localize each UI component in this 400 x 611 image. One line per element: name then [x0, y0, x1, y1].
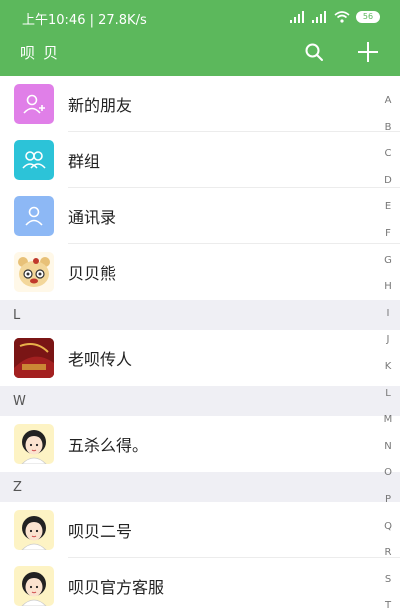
- contacts-icon: [14, 196, 54, 236]
- index-letter-d[interactable]: D: [384, 168, 392, 195]
- section-header-w: W: [0, 386, 400, 416]
- contact-list: 新的朋友 群组 通讯录 贝贝熊 L 老呗传人 W 五杀么得。 Z 呗贝二号 呗贝…: [0, 76, 400, 611]
- signal-icon: [290, 11, 304, 23]
- status-time-speed: 上午10:46 | 27.8K/s: [22, 13, 147, 28]
- row-contact-official-service[interactable]: 呗贝官方客服: [0, 558, 400, 611]
- index-letter-a[interactable]: A: [385, 88, 392, 115]
- section-header-z: Z: [0, 472, 400, 502]
- row-contact-beibei-2[interactable]: 呗贝二号: [0, 502, 400, 558]
- row-label: 新的朋友: [68, 96, 133, 115]
- avatar: [14, 566, 54, 606]
- index-letter-j[interactable]: J: [387, 327, 390, 354]
- row-groups[interactable]: 群组: [0, 132, 400, 188]
- group-icon: [14, 140, 54, 180]
- index-letter-m[interactable]: M: [384, 407, 393, 434]
- alphabet-index-bar[interactable]: ABCDEFGHIJKLMNOPQRST: [380, 88, 396, 611]
- row-label: 贝贝熊: [68, 264, 117, 283]
- index-letter-q[interactable]: Q: [384, 514, 392, 541]
- row-label: 群组: [68, 152, 101, 171]
- row-label: 通讯录: [68, 208, 117, 227]
- index-letter-g[interactable]: G: [384, 248, 392, 275]
- status-icons: 56: [290, 9, 380, 25]
- index-letter-c[interactable]: C: [385, 141, 392, 168]
- index-letter-s[interactable]: S: [385, 567, 391, 594]
- avatar: [14, 510, 54, 550]
- index-letter-k[interactable]: K: [385, 354, 392, 381]
- row-label: 老呗传人: [68, 350, 133, 369]
- index-letter-t[interactable]: T: [385, 593, 391, 611]
- index-letter-o[interactable]: O: [384, 460, 392, 487]
- index-letter-l[interactable]: L: [385, 381, 391, 408]
- wifi-icon: [334, 11, 350, 23]
- row-label: 呗贝二号: [68, 522, 133, 541]
- row-new-friends[interactable]: 新的朋友: [0, 76, 400, 132]
- search-icon[interactable]: [302, 40, 326, 64]
- index-letter-n[interactable]: N: [384, 434, 391, 461]
- row-contact-wusha[interactable]: 五杀么得。: [0, 416, 400, 472]
- index-letter-f[interactable]: F: [385, 221, 391, 248]
- row-contact-laobei[interactable]: 老呗传人: [0, 330, 400, 386]
- add-friend-icon: [14, 84, 54, 124]
- index-letter-b[interactable]: B: [385, 115, 392, 142]
- plus-icon[interactable]: [356, 40, 380, 64]
- row-contacts[interactable]: 通讯录: [0, 188, 400, 244]
- index-letter-r[interactable]: R: [385, 540, 392, 567]
- index-letter-i[interactable]: I: [387, 301, 390, 328]
- avatar: [14, 424, 54, 464]
- index-letter-p[interactable]: P: [385, 487, 391, 514]
- battery-icon: 56: [356, 11, 380, 23]
- row-label: 呗贝官方客服: [68, 578, 165, 597]
- row-contact-beibeixiong[interactable]: 贝贝熊: [0, 244, 400, 300]
- row-label: 五杀么得。: [68, 436, 149, 455]
- avatar: [14, 338, 54, 378]
- signal-icon-2: [312, 11, 326, 23]
- status-bar: 上午10:46 | 27.8K/s 56: [0, 0, 400, 36]
- section-header-l: L: [0, 300, 400, 330]
- index-letter-h[interactable]: H: [384, 274, 392, 301]
- app-header: 上午10:46 | 27.8K/s 56 呗贝: [0, 0, 400, 76]
- bear-avatar: [14, 252, 54, 292]
- index-letter-e[interactable]: E: [385, 194, 391, 221]
- page-title: 呗贝: [20, 44, 67, 62]
